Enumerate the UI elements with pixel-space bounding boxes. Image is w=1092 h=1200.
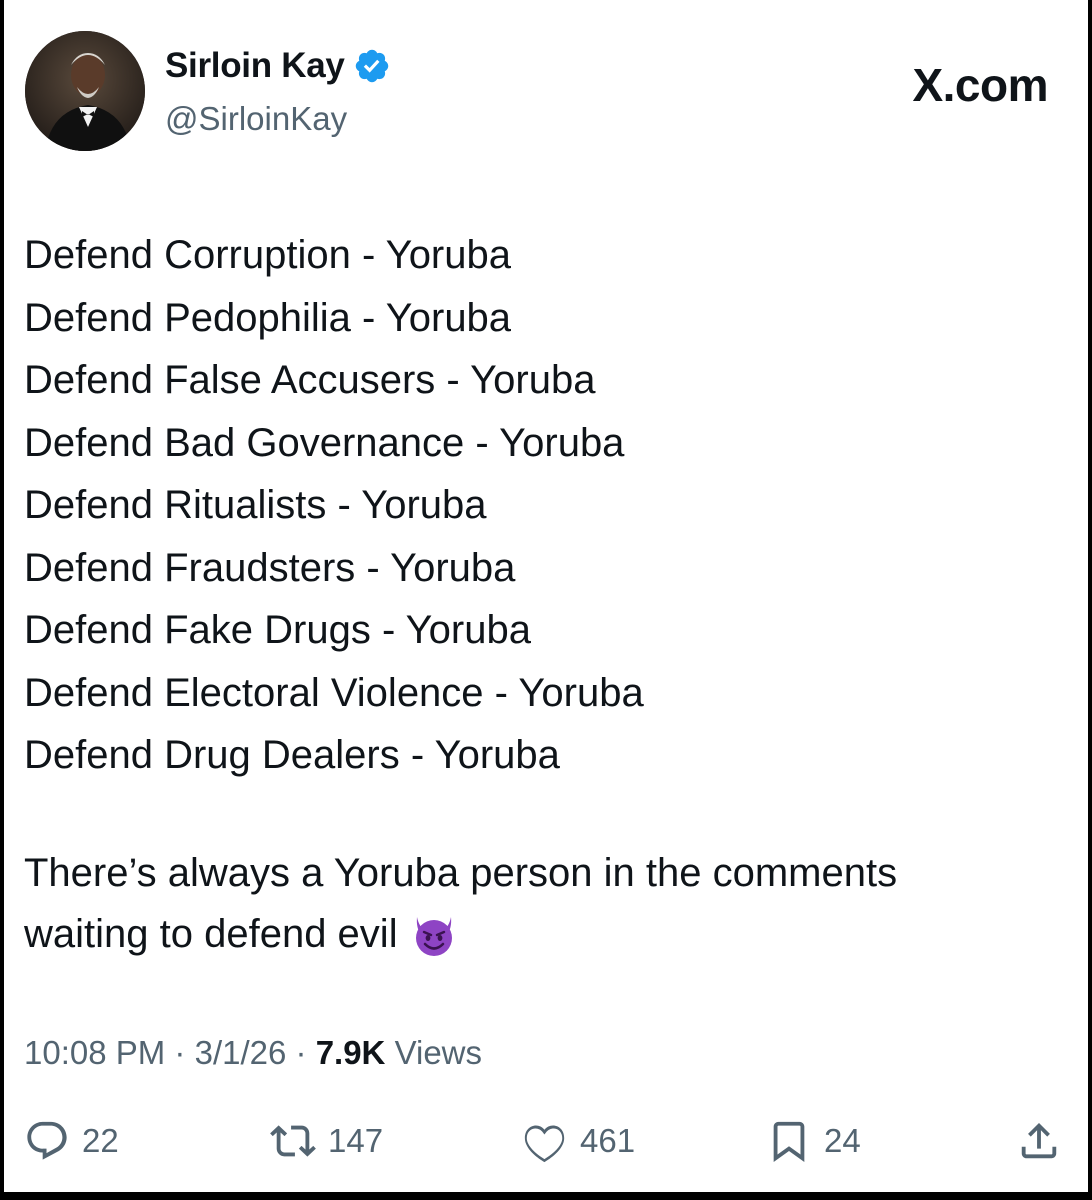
tweet-date[interactable]: 3/1/26 [195, 1034, 287, 1071]
share-icon [1021, 1122, 1057, 1159]
avatar-photo [25, 31, 145, 151]
site-logo-text: X.com [912, 59, 1048, 111]
tweet-time[interactable]: 10:08 PM [24, 1034, 165, 1071]
repost-icon [270, 1125, 316, 1157]
tweet-line: Defend Pedophilia - Yoruba [24, 295, 512, 340]
meta-separator: · [295, 1034, 307, 1071]
tweet-meta: 10:08 PM · 3/1/26 · 7.9K Views [24, 1034, 482, 1072]
reply-count: 22 [82, 1122, 119, 1159]
tweet-line: Defend Fake Drugs - Yoruba [24, 608, 531, 652]
tweet-closing: There’s always a Yoruba person in the co… [24, 843, 897, 965]
repost-count: 147 [328, 1122, 384, 1159]
tweet-line: Defend False Accusers - Yoruba [24, 358, 596, 402]
avatar[interactable] [25, 31, 145, 151]
tweet-line: Defend Bad Governance - Yoruba [24, 420, 625, 465]
author-name-row[interactable]: Sirloin Kay [165, 46, 391, 86]
author-name[interactable]: Sirloin Kay [165, 46, 345, 86]
heart-icon [524, 1125, 565, 1163]
tweet-body: Defend Corruption - Yoruba Defend Pedoph… [24, 224, 644, 787]
reply-button[interactable]: 22 [24, 1118, 119, 1164]
tweet-line: Defend Corruption - Yoruba [24, 233, 511, 277]
share-button[interactable] [1016, 1118, 1062, 1164]
verified-badge-icon [355, 49, 388, 83]
like-button[interactable]: 461 [522, 1118, 635, 1164]
closing-line-1: There’s always a Yoruba person in the co… [24, 851, 898, 895]
bookmark-count: 24 [824, 1122, 861, 1159]
tweet-line: Defend Drug Dealers - Yoruba [24, 733, 560, 777]
tweet-card: Sirloin Kay @SirloinKay X.com Defend Cor… [4, 0, 1088, 1192]
tweet-line: Defend Fraudsters - Yoruba [24, 545, 516, 590]
views-label: Views [394, 1034, 483, 1071]
author-handle[interactable]: @SirloinKay [165, 100, 347, 138]
views-count: 7.9K [315, 1034, 386, 1071]
tweet-line: Defend Ritualists - Yoruba [24, 483, 487, 527]
repost-button[interactable]: 147 [270, 1118, 383, 1164]
bookmark-button[interactable]: 24 [766, 1118, 861, 1164]
closing-line-2: waiting to defend evil [24, 912, 398, 956]
closing-line-2-row: waiting to defend evil [24, 904, 897, 965]
tweet-line: Defend Electoral Violence - Yoruba [24, 670, 644, 715]
action-bar: 22 147 461 24 [4, 1118, 1088, 1174]
reply-icon [27, 1121, 67, 1160]
smiling-devil-emoji [415, 916, 452, 956]
like-count: 461 [580, 1122, 636, 1159]
bookmark-icon [773, 1121, 805, 1162]
meta-separator: · [174, 1034, 186, 1071]
